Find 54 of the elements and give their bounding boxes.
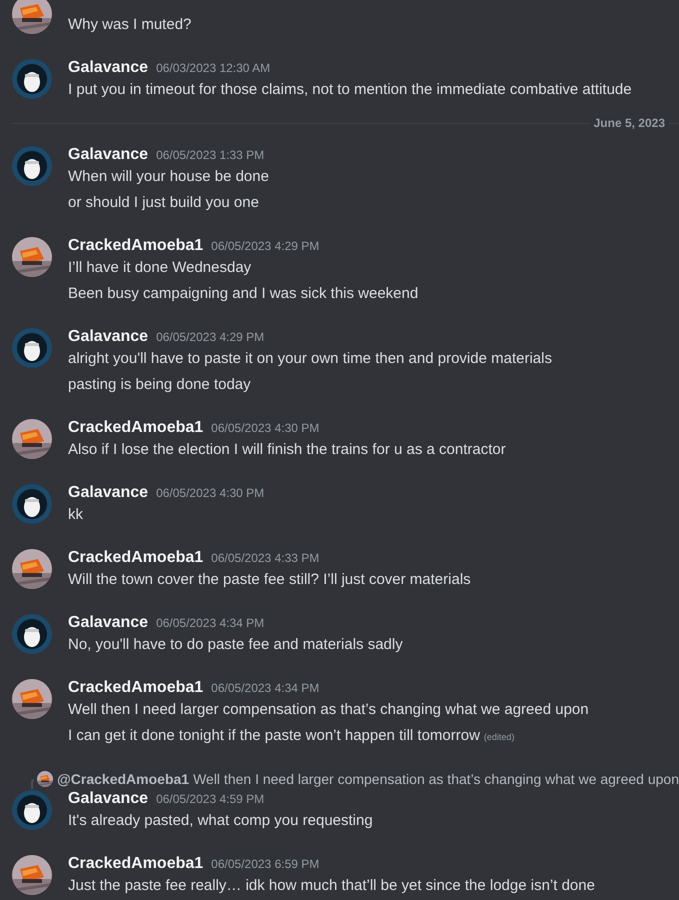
message-timestamp: 06/05/2023 4:34 PM	[211, 680, 320, 697]
reply-preview[interactable]: Well then I need larger compensation as that’s changing what we agreed upon	[193, 768, 679, 790]
author-name[interactable]: Galavance	[68, 612, 148, 634]
author-name[interactable]: CrackedAmoeba1	[68, 417, 204, 439]
message-timestamp: 06/05/2023 4:34 PM	[156, 615, 264, 632]
author-name[interactable]: CrackedAmoeba1	[68, 547, 204, 569]
message-text: I put you in timeout for those claims, not to mention the immediate combative attitude	[68, 80, 632, 100]
message-text: Been busy campaigning and I was sick this weekend	[68, 284, 418, 304]
author-name[interactable]: CrackedAmoeba1	[68, 853, 204, 875]
edited-label: (edited)	[484, 731, 514, 744]
figure-avatar	[12, 790, 52, 830]
message-text: I’ll have it done Wednesday	[68, 258, 252, 278]
reply-author[interactable]: @CrackedAmoeba1	[57, 768, 190, 790]
author-name[interactable]: Galavance	[68, 57, 148, 79]
author-name[interactable]: Galavance	[68, 482, 148, 504]
message-text: It's already pasted, what comp you requesting	[68, 811, 373, 831]
reply-avatar	[37, 771, 54, 787]
message-timestamp: 06/05/2023 1:33 PM	[156, 147, 264, 164]
figure-avatar	[12, 328, 52, 368]
message-text: Well then I need larger compensation as that’s changing what we agreed upon	[68, 700, 589, 720]
message-text: Also if I lose the election I will finish the trains for u as a contractor	[68, 440, 506, 460]
message-timestamp: 06/03/2023 12:30 AM	[156, 60, 270, 77]
message-timestamp: 06/05/2023 4:29 PM	[211, 238, 320, 255]
message-text: When will your house be done	[68, 167, 269, 187]
author-name[interactable]: Galavance	[68, 788, 148, 810]
author-name[interactable]: Galavance	[68, 144, 148, 166]
message-timestamp: 06/05/2023 4:59 PM	[156, 791, 264, 808]
message-text: Why was I muted?	[68, 15, 192, 35]
message-text: pasting is being done today	[68, 375, 251, 395]
message-text: I can get it done tonight if the paste won’t happen till tomorrow	[68, 726, 480, 746]
message-timestamp: 06/05/2023 4:30 PM	[156, 485, 264, 502]
author-name[interactable]: CrackedAmoeba1	[68, 677, 204, 699]
figure-avatar	[12, 146, 52, 186]
message-timestamp: 06/05/2023 6:59 PM	[211, 856, 320, 873]
train-avatar	[12, 419, 52, 459]
message-text: kk	[68, 505, 83, 525]
author-name[interactable]: CrackedAmoeba1	[68, 235, 204, 257]
figure-avatar	[12, 59, 52, 99]
message-timestamp: 06/05/2023 4:33 PM	[211, 550, 320, 567]
message-text: Just the paste fee really… idk how much that’ll be yet since the lodge isn’t done	[68, 876, 595, 896]
message-timestamp: 06/05/2023 4:29 PM	[156, 329, 264, 346]
train-avatar	[12, 679, 52, 719]
date-divider-label: June 5, 2023	[592, 115, 666, 132]
message-text: No, you'll have to do paste fee and materials sadly	[68, 635, 403, 655]
message-text: Will the town cover the paste fee still? I’ll just cover materials	[68, 570, 471, 590]
train-avatar	[12, 549, 52, 589]
figure-avatar	[12, 614, 52, 654]
message-text: alright you'll have to paste it on your own time then and provide materials	[68, 349, 552, 369]
train-avatar	[12, 237, 52, 277]
author-name[interactable]: Galavance	[68, 326, 148, 348]
figure-avatar	[12, 484, 52, 524]
message-text: or should I just build you one	[68, 193, 259, 213]
train-avatar	[12, 855, 52, 895]
message-timestamp: 06/05/2023 4:30 PM	[211, 420, 320, 437]
